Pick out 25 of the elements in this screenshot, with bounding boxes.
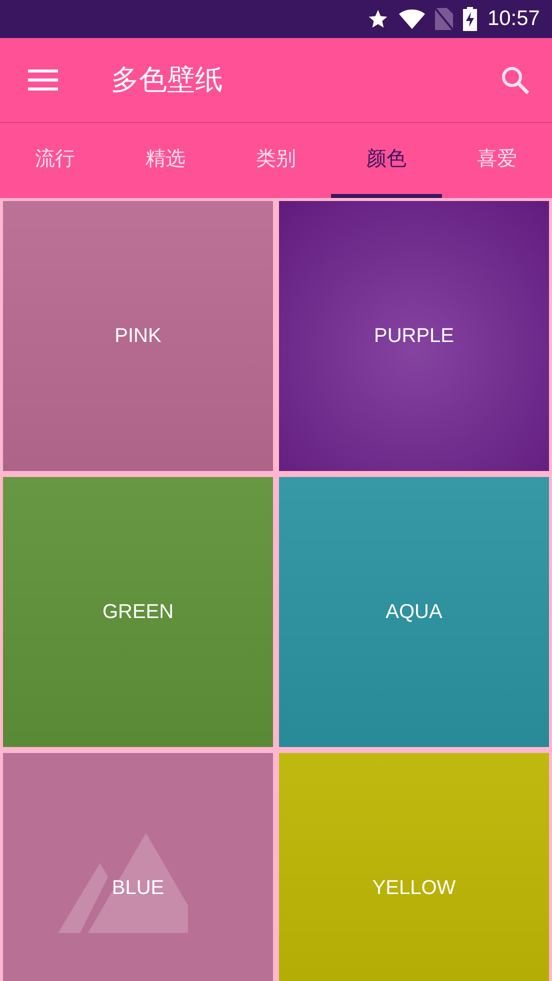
app-title: 多色壁纸 xyxy=(111,62,224,98)
menu-icon[interactable] xyxy=(28,69,58,91)
tile-label: GREEN xyxy=(102,600,174,624)
color-tile[interactable]: BLUE xyxy=(3,753,273,981)
color-tile[interactable]: AQUA xyxy=(279,477,549,747)
status-time: 10:57 xyxy=(487,7,540,31)
tile-label: YELLOW xyxy=(372,876,456,900)
tile-label: BLUE xyxy=(112,876,164,900)
image-placeholder-icon xyxy=(58,833,188,933)
color-tile[interactable]: GREEN xyxy=(3,477,273,747)
tile-label: PINK xyxy=(114,324,162,348)
color-tile[interactable]: YELLOW xyxy=(279,753,549,981)
no-sim-icon xyxy=(435,8,454,30)
tab[interactable]: 类别 xyxy=(220,123,332,198)
color-tile[interactable]: PURPLE xyxy=(279,201,549,471)
tab[interactable]: 流行 xyxy=(0,123,110,198)
wifi-icon xyxy=(399,9,426,29)
tab[interactable]: 喜爱 xyxy=(442,123,552,198)
star-icon xyxy=(367,8,390,30)
battery-charging-icon xyxy=(463,7,478,31)
tile-label: PURPLE xyxy=(374,324,454,348)
tile-label: AQUA xyxy=(386,600,442,624)
search-icon[interactable] xyxy=(500,65,530,95)
tab[interactable]: 精选 xyxy=(110,123,221,198)
color-tile[interactable]: PINK xyxy=(3,201,273,471)
